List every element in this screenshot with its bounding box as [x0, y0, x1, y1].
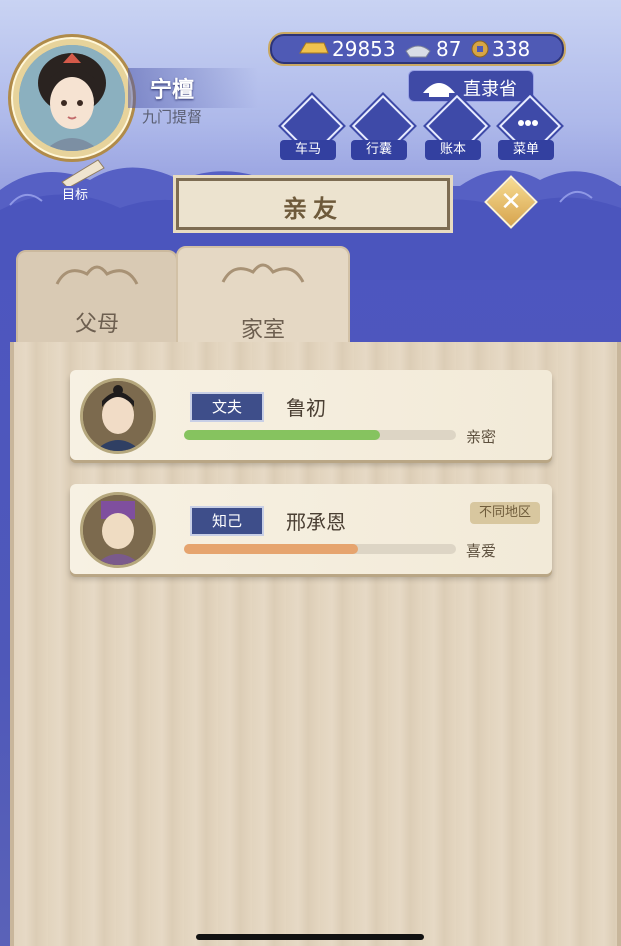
nav-menu-label: 菜单 — [498, 140, 554, 160]
tab-household-label: 家室 — [240, 318, 285, 343]
location-pavilion-icon — [423, 83, 455, 97]
relation-name: 鲁初 — [286, 396, 326, 420]
silver-ingot-icon — [405, 45, 431, 58]
close-icon: ✕ — [500, 187, 522, 217]
currency-bar: 29853 87 338 — [268, 32, 566, 66]
nav-ledger-button[interactable]: 账本 — [425, 94, 489, 160]
cloud-ornament-icon — [221, 263, 305, 283]
nav-ledger-label: 账本 — [425, 140, 481, 160]
nav-menu-button[interactable]: 菜单 — [498, 94, 562, 160]
nav-bag-label: 行囊 — [351, 140, 407, 160]
region-tag: 不同地区 — [470, 502, 540, 524]
silver-amount: 87 — [436, 37, 462, 61]
affinity-status: 亲密 — [466, 428, 497, 446]
relation-card[interactable]: 知己 邢承恩 不同地区 喜爱 — [70, 484, 552, 574]
tab-parents-label: 父母 — [74, 312, 119, 337]
player-title: 九门提督 — [142, 108, 203, 126]
goal-label: 目标 — [62, 188, 89, 203]
coin-icon — [471, 40, 489, 58]
menu-dots-glyph — [518, 120, 538, 126]
tab-parents[interactable]: 父母 — [16, 250, 178, 346]
home-indicator — [196, 934, 424, 940]
affinity-status: 喜爱 — [466, 542, 497, 560]
relation-avatar — [80, 492, 156, 568]
nav-bag-button[interactable]: 行囊 — [351, 94, 415, 160]
nav-carriage-button[interactable]: 车马 — [280, 94, 344, 160]
goal-button[interactable]: 目标 — [54, 158, 114, 204]
coin-amount: 338 — [492, 37, 531, 61]
screen-title-plaque: 亲友 — [176, 178, 450, 230]
relation-name: 邢承恩 — [286, 510, 346, 534]
affinity-bar-fill — [184, 430, 380, 440]
relation-card[interactable]: 文夫 鲁初 亲密 — [70, 370, 552, 460]
location-button[interactable]: 直隶省 — [408, 70, 534, 102]
relation-type-badge: 知己 — [190, 506, 264, 536]
affinity-bar-fill — [184, 544, 359, 554]
location-name: 直隶省 — [463, 79, 517, 100]
player-name: 宁檀 — [150, 78, 195, 103]
screen-title: 亲友 — [283, 195, 343, 223]
relation-avatar — [80, 378, 156, 454]
affinity-bar — [184, 544, 456, 554]
cloud-ornament-icon — [55, 265, 139, 285]
gold-ingot-icon — [299, 42, 329, 54]
scroll-icon — [61, 159, 105, 186]
relation-type-badge: 文夫 — [190, 392, 264, 422]
player-portrait — [19, 45, 125, 151]
nav-carriage-label: 车马 — [280, 140, 336, 160]
gold-amount: 29853 — [332, 37, 396, 61]
tab-household[interactable]: 家室 — [176, 246, 350, 350]
player-avatar[interactable] — [8, 34, 136, 162]
affinity-bar — [184, 430, 456, 440]
